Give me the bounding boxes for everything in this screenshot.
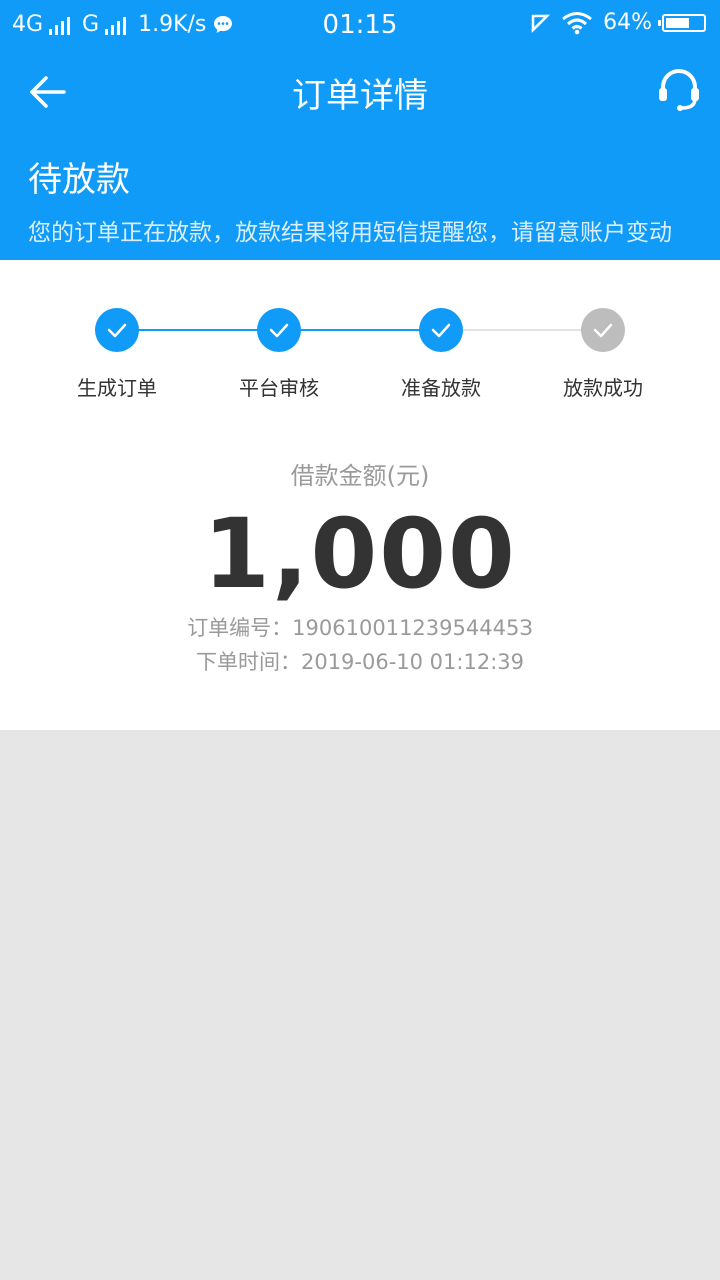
step-line-3 — [441, 329, 603, 331]
loan-amount-label: 借款金额(元) — [290, 462, 430, 490]
battery-icon — [658, 13, 706, 32]
wifi-icon — [562, 11, 593, 34]
step-label: 准备放款 — [401, 376, 481, 400]
step-check-icon — [95, 308, 139, 352]
step-line-1 — [117, 329, 279, 331]
step-check-icon — [419, 308, 463, 352]
step-3: 准备放款 — [360, 308, 522, 401]
step-label: 放款成功 — [563, 376, 643, 400]
order-status-description: 您的订单正在放款，放款结果将用短信提醒您，请留意账户变动 — [28, 220, 672, 246]
step-1: 生成订单 — [36, 308, 198, 401]
step-line-2 — [279, 329, 441, 331]
customer-service-icon[interactable] — [654, 64, 704, 114]
status-bar: 4G G 1.9K/s 01:15 64% — [0, 0, 720, 50]
order-status-block: 待放款 您的订单正在放款，放款结果将用短信提醒您，请留意账户变动 — [0, 130, 720, 260]
step-check-icon — [257, 308, 301, 352]
header: 4G G 1.9K/s 01:15 64% 订单详情 待放款 您的订单正在放款，… — [0, 0, 720, 260]
loan-amount: 1,000 — [203, 498, 517, 610]
page-title: 订单详情 — [292, 76, 428, 116]
step-label: 平台审核 — [239, 376, 319, 400]
order-number: 订单编号：19061001123954445З — [187, 616, 533, 640]
order-status-title: 待放款 — [28, 160, 130, 200]
vibrate-off-icon — [531, 13, 551, 33]
order-card: 生成订单 平台审核 准备放款 放款成功 借款金额(元) 1,000 订单编号：1… — [0, 260, 720, 730]
step-2: 平台审核 — [198, 308, 360, 401]
step-label: 生成订单 — [77, 376, 157, 400]
order-time: 下单时间：2019-06-10 01:12:39 — [195, 650, 525, 674]
nav-bar: 订单详情 — [0, 50, 720, 130]
step-check-icon — [581, 308, 625, 352]
battery-percent: 64% — [603, 10, 652, 35]
step-4: 放款成功 — [522, 308, 684, 401]
progress-steps: 生成订单 平台审核 准备放款 放款成功 — [36, 308, 684, 408]
battery-level — [666, 17, 690, 28]
